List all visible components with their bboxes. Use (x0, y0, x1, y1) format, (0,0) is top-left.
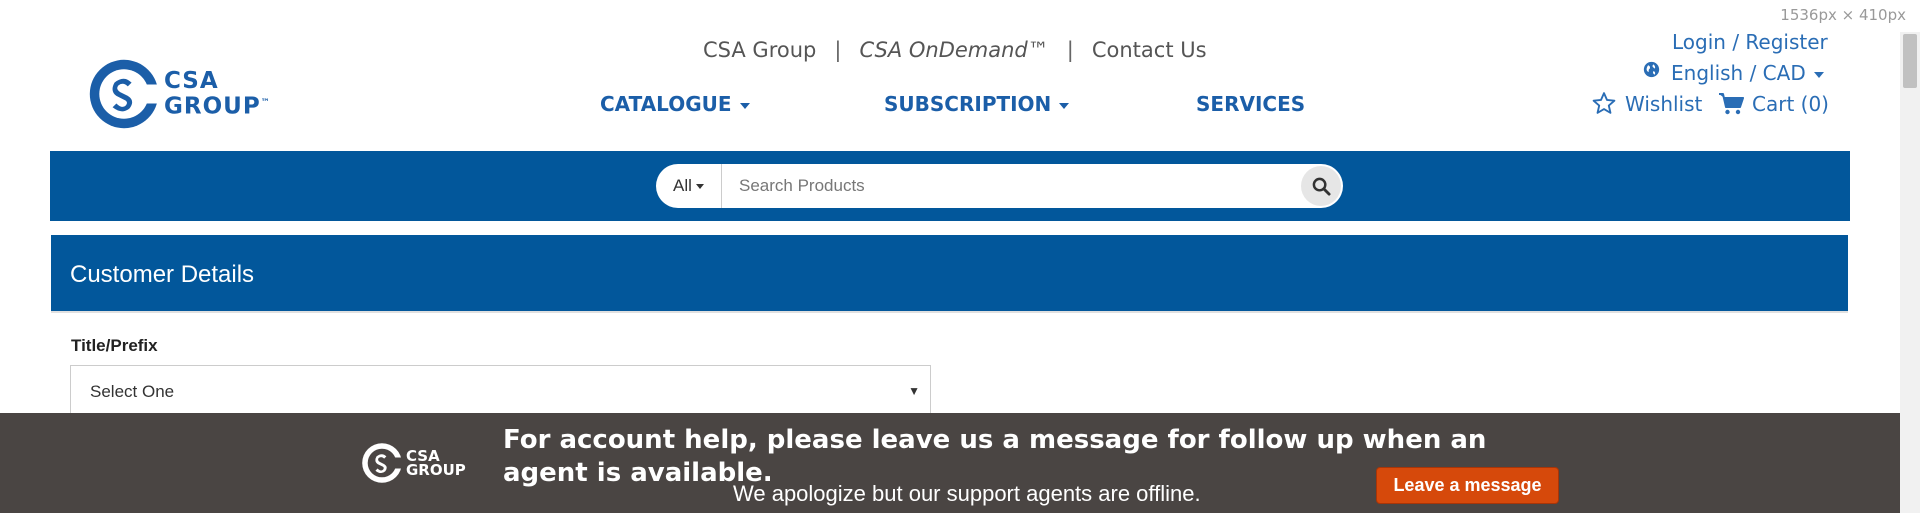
logo-text-csa: CSA (164, 68, 219, 95)
link-csa-ondemand[interactable]: CSA OnDemand™ (859, 38, 1048, 62)
link-csa-group[interactable]: CSA Group (703, 38, 816, 62)
cart-link[interactable]: Cart (0) (1718, 92, 1829, 116)
globe-icon (1643, 61, 1660, 78)
chevron-down-icon: ▼ (908, 384, 920, 398)
nav-subscription[interactable]: SUBSCRIPTION (884, 92, 1070, 116)
search-band: All (50, 151, 1850, 221)
star-icon (1592, 92, 1616, 114)
nav-services[interactable]: SERVICES (1196, 92, 1305, 116)
csa-logo-icon (362, 443, 404, 483)
scrollbar-thumb[interactable] (1903, 34, 1917, 88)
chat-logo-text-group: GROUP (406, 461, 466, 479)
nav-catalogue[interactable]: CATALOGUE (600, 92, 750, 116)
customer-details-header: Customer Details (51, 235, 1848, 313)
chat-csa-logo: CSA GROUP (360, 439, 466, 487)
link-contact-us[interactable]: Contact Us (1092, 38, 1207, 62)
section-title: Customer Details (70, 261, 255, 288)
cart-icon (1719, 92, 1744, 114)
chevron-down-icon (1813, 71, 1824, 78)
select-value: Select One (90, 382, 175, 401)
leave-message-button[interactable]: Leave a message (1376, 467, 1559, 504)
search-scope-dropdown[interactable]: All (656, 164, 722, 208)
separator: | (1066, 38, 1074, 62)
search-button[interactable] (1301, 166, 1341, 206)
separator: | (834, 38, 842, 62)
search-box: All (656, 164, 1343, 208)
chevron-down-icon (739, 102, 750, 109)
top-links: CSA Group | CSA OnDemand™ | Contact Us (703, 38, 1207, 62)
chevron-down-icon (1059, 102, 1070, 109)
title-prefix-select[interactable]: Select One ▼ (70, 365, 931, 415)
viewport-size-badge: 1536px × 410px (1780, 6, 1906, 24)
chevron-down-icon (695, 183, 704, 189)
search-input[interactable] (723, 164, 1293, 208)
language-selector[interactable]: English / CAD (1643, 61, 1824, 85)
wishlist-link[interactable]: Wishlist (1591, 92, 1702, 116)
search-icon (1312, 177, 1331, 196)
live-chat-bar: CSA GROUP For account help, please leave… (0, 413, 1900, 513)
chat-offline-status: We apologize but our support agents are … (733, 481, 1201, 506)
login-register-link[interactable]: Login / Register (1672, 30, 1828, 54)
title-prefix-label: Title/Prefix (71, 336, 158, 355)
